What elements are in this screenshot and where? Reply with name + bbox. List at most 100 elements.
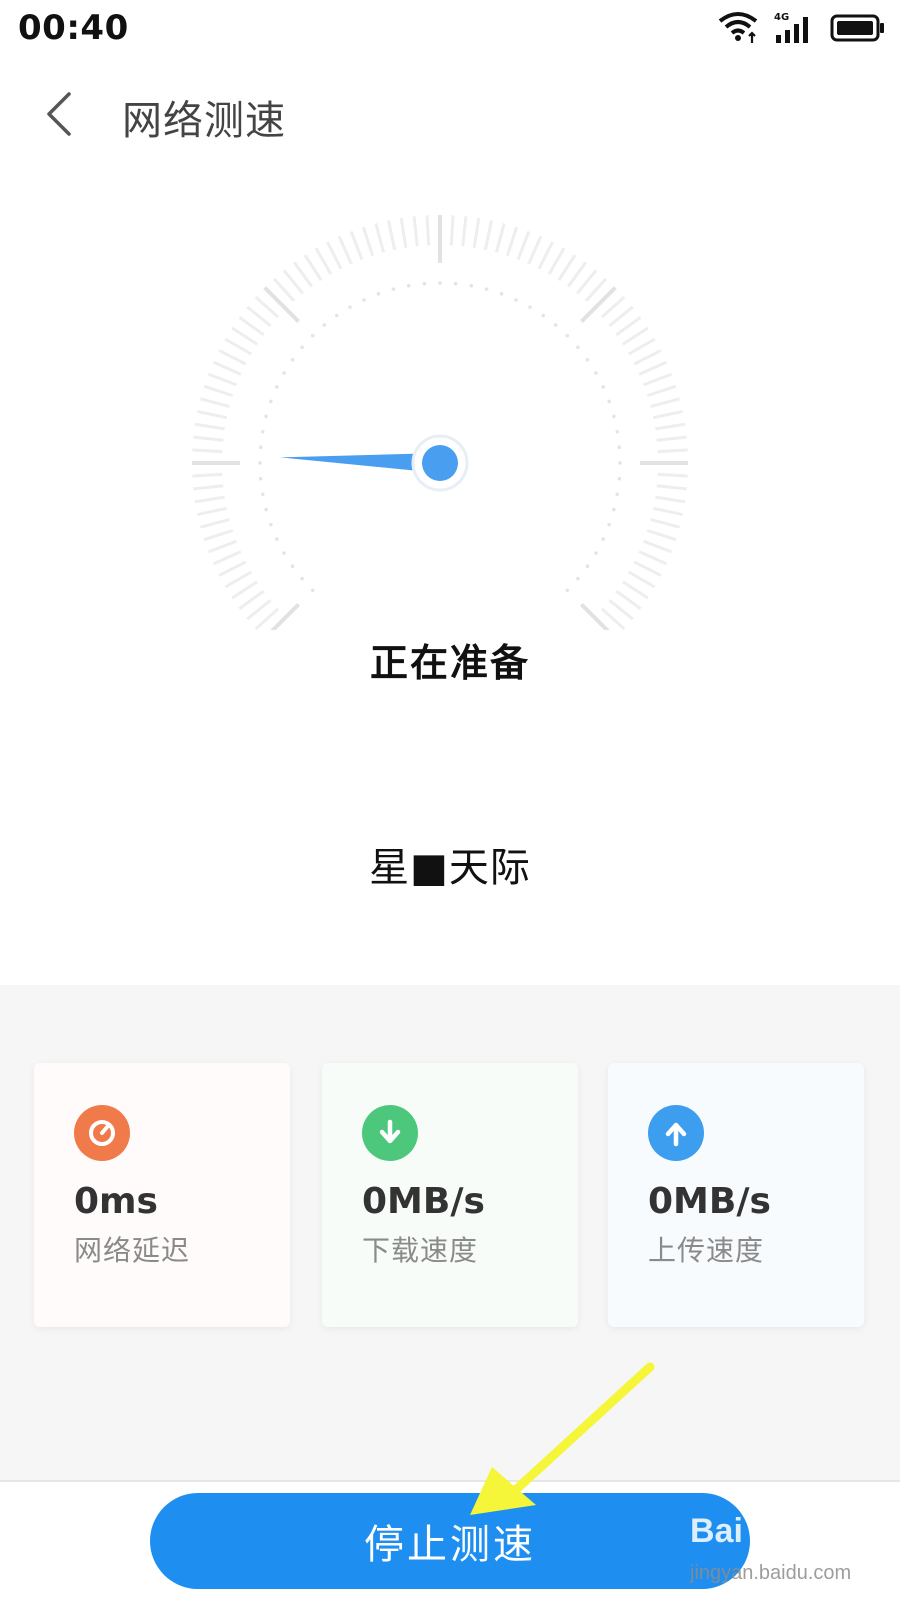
gauge-tick — [218, 560, 247, 577]
gauge-dot — [453, 281, 458, 286]
gauge-dot — [565, 588, 570, 593]
gauge-dot — [553, 323, 558, 327]
test-status-label: 正在准备 — [369, 641, 530, 685]
gauge-tick — [200, 517, 230, 529]
upload-arrow-icon — [648, 1105, 704, 1161]
gauge-tick — [425, 215, 431, 246]
stop-test-button[interactable]: 停止测速 — [150, 1493, 750, 1589]
gauge-dot — [282, 551, 286, 555]
gauge-hub — [422, 445, 458, 481]
gauge-dot — [607, 522, 611, 527]
gauge-dot — [300, 345, 304, 350]
gauge-tick — [314, 247, 333, 275]
gauge-tick — [615, 316, 642, 337]
gauge-tick — [576, 269, 598, 295]
gauge-dot — [484, 287, 489, 291]
gauge-tick — [200, 397, 230, 409]
gauge-tick — [203, 384, 234, 398]
gauge-tick — [505, 226, 519, 257]
gauge-dot — [541, 313, 546, 318]
page-title: 网络测速 — [122, 98, 286, 144]
gauge-tick — [608, 305, 634, 327]
gauge-dot — [310, 588, 315, 593]
gauge-dot — [607, 399, 611, 404]
download-arrow-icon — [362, 1105, 418, 1161]
gauge-dot — [618, 461, 622, 465]
gauge-dot — [334, 313, 339, 318]
gauge-tick — [231, 326, 258, 346]
gauge-dot — [499, 292, 504, 296]
gauge-tick — [293, 261, 314, 288]
gauge-tick — [238, 589, 265, 610]
gauge-tick — [194, 422, 225, 431]
gauge-dot — [269, 399, 273, 404]
gauge-dot — [260, 429, 265, 434]
gauge-tick — [193, 484, 224, 491]
download-card: 0MB/s 下载速度 — [322, 1063, 578, 1327]
back-button[interactable] — [28, 82, 88, 146]
gauge-tick — [193, 435, 224, 442]
gauge-tick — [646, 528, 677, 542]
gauge-tick — [194, 495, 225, 504]
gauge-tick — [238, 316, 265, 337]
gauge-tick — [622, 326, 649, 346]
gauge-tick — [246, 599, 272, 621]
gauge-dot — [594, 371, 598, 375]
gauge-dot — [269, 522, 273, 527]
gauge-tick — [655, 495, 686, 504]
gauge-dot — [406, 283, 411, 288]
latency-value: 0ms — [74, 1181, 158, 1222]
gauge-dot — [275, 385, 279, 389]
download-label: 下载速度 — [362, 1234, 479, 1267]
gauge-dot — [612, 414, 616, 419]
gauge-tick — [566, 261, 587, 288]
gauge-tick — [282, 269, 304, 295]
gauge-tick — [650, 397, 680, 409]
download-value: 0MB/s — [362, 1181, 485, 1222]
battery-icon — [830, 14, 884, 42]
gauge-tick — [349, 230, 364, 261]
speedometer-icon — [74, 1105, 130, 1161]
gauge-tick — [657, 472, 688, 478]
gauge-tick — [638, 360, 668, 376]
wifi-icon — [718, 12, 758, 43]
gauge-dot — [362, 298, 366, 302]
status-icons: 4G — [718, 10, 886, 46]
gauge-tick — [472, 217, 481, 248]
gauge-tick — [207, 539, 238, 554]
gauge-tick — [246, 305, 272, 327]
gauge-dot — [264, 414, 268, 419]
gauge-dot — [376, 292, 381, 296]
gauge-dot — [258, 461, 262, 465]
gauge-tick — [412, 216, 419, 247]
gauge-dot — [576, 576, 580, 581]
gauge-tick — [646, 384, 677, 398]
gauge-dot — [391, 287, 396, 291]
server-name: 星■天际 — [369, 845, 531, 891]
gauge-tick — [494, 223, 506, 253]
gauge-tick — [212, 360, 242, 376]
gauge-tick — [224, 570, 252, 589]
gauge-tick — [399, 217, 408, 248]
gauge-tick — [483, 220, 494, 251]
gauge-tick — [638, 550, 668, 566]
gauge-dot — [601, 385, 605, 389]
gauge-tick — [650, 517, 680, 529]
gauge-dot — [258, 476, 263, 481]
chevron-left-icon — [47, 92, 71, 136]
gauge-dot — [612, 507, 616, 512]
gauge-dot — [310, 333, 315, 338]
gauge-dot — [264, 507, 268, 512]
gauge-tick — [657, 448, 688, 454]
gauge-tick — [537, 241, 554, 270]
gauge-dot — [615, 492, 620, 497]
gauge-tick — [224, 337, 252, 356]
gauge-dot — [322, 323, 327, 327]
gauge-tick — [622, 580, 649, 600]
gauge-dot — [565, 333, 570, 338]
app-header: 网络测速 — [0, 70, 900, 160]
gauge-tick — [192, 448, 223, 454]
gauge-dot — [594, 551, 598, 555]
gauge-tick — [655, 422, 686, 431]
upload-value: 0MB/s — [648, 1181, 771, 1222]
